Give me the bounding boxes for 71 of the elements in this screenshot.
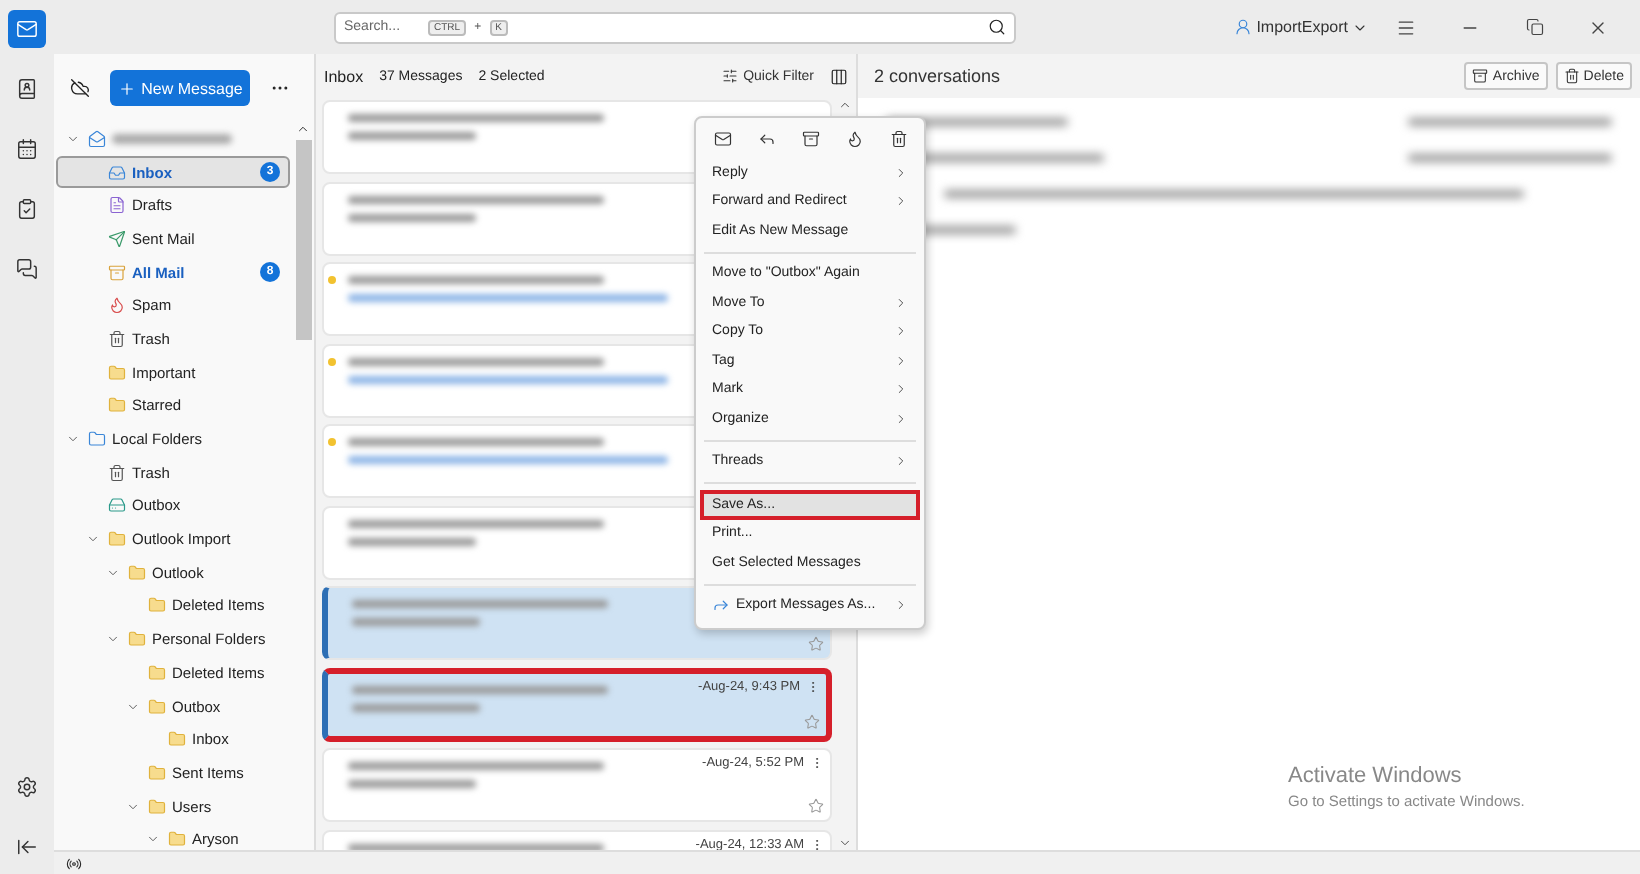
folder-icon — [148, 797, 166, 816]
folder-icon — [108, 363, 126, 382]
filter-icon — [721, 68, 738, 84]
user-icon — [1234, 18, 1253, 36]
account-icon — [88, 129, 106, 148]
settings-icon — [16, 776, 38, 798]
search-icon — [988, 18, 1006, 36]
mail-icon — [16, 18, 38, 40]
folder-icon — [88, 430, 106, 449]
folder-icon — [148, 596, 166, 615]
chevron-up-icon — [296, 122, 310, 136]
archive-icon — [1472, 68, 1489, 84]
calendar-icon — [16, 138, 38, 160]
trash-icon — [889, 130, 907, 148]
chevron-down-icon — [106, 565, 120, 580]
draft-icon — [108, 196, 126, 215]
unread-dot — [328, 438, 336, 446]
chevron-down-icon — [86, 532, 100, 547]
clipboard-check-icon — [16, 198, 38, 220]
send-icon — [108, 229, 126, 248]
chevron-down-icon — [126, 699, 140, 714]
flame-icon — [108, 296, 126, 315]
contact-book-icon — [16, 78, 38, 100]
chevron-up-icon — [838, 98, 852, 112]
folder-icon — [168, 830, 186, 849]
scrollbar-thumb[interactable] — [295, 140, 311, 340]
folder-icon — [168, 730, 186, 749]
trash-icon — [108, 329, 126, 348]
trash-icon — [1563, 68, 1580, 84]
folder-icon — [148, 663, 166, 682]
mail-icon — [713, 130, 731, 148]
menu-icon — [1396, 17, 1416, 37]
plus-icon — [117, 79, 136, 97]
reader-title: 2 conversations — [874, 66, 1001, 86]
chevron-down-icon — [126, 799, 140, 814]
folder-icon — [108, 530, 126, 549]
layout-icon — [830, 67, 848, 85]
chevron-right-icon — [894, 598, 908, 613]
redacted-name — [112, 133, 232, 144]
radio-icon — [66, 855, 82, 871]
archive-icon — [108, 263, 126, 282]
flame-icon — [845, 130, 863, 148]
chevron-down-icon — [146, 832, 160, 847]
activation-title: Activate Windows — [1288, 764, 1464, 788]
folder-icon — [128, 563, 146, 582]
outbox-icon — [108, 496, 126, 515]
inbox-icon — [108, 163, 126, 182]
folder-icon — [128, 630, 146, 649]
cloud-off-icon — [70, 78, 90, 98]
unread-dot — [328, 276, 336, 284]
mail-tab[interactable] — [8, 10, 46, 48]
chat-icon — [16, 258, 38, 280]
chevron-down-icon — [106, 632, 120, 647]
archive-icon — [801, 130, 819, 148]
chevron-down-icon — [66, 131, 80, 146]
folder-icon — [148, 697, 166, 716]
chevron-right-icon — [894, 454, 908, 469]
trash-icon — [108, 463, 126, 482]
close-icon — [1588, 17, 1608, 37]
chevron-down-icon — [66, 432, 80, 447]
folder-title: Inbox — [324, 67, 364, 85]
export-icon — [712, 596, 730, 615]
unread-dot — [328, 357, 336, 365]
reply-icon — [757, 130, 775, 148]
folder-icon — [108, 396, 126, 415]
restore-icon — [1525, 18, 1543, 36]
chevron-down-icon — [838, 836, 852, 850]
profile-button[interactable]: ImportExport — [1234, 18, 1368, 36]
collapse-icon — [16, 836, 38, 858]
folder-icon — [148, 763, 166, 782]
new-message-button[interactable]: New Message — [110, 70, 250, 106]
